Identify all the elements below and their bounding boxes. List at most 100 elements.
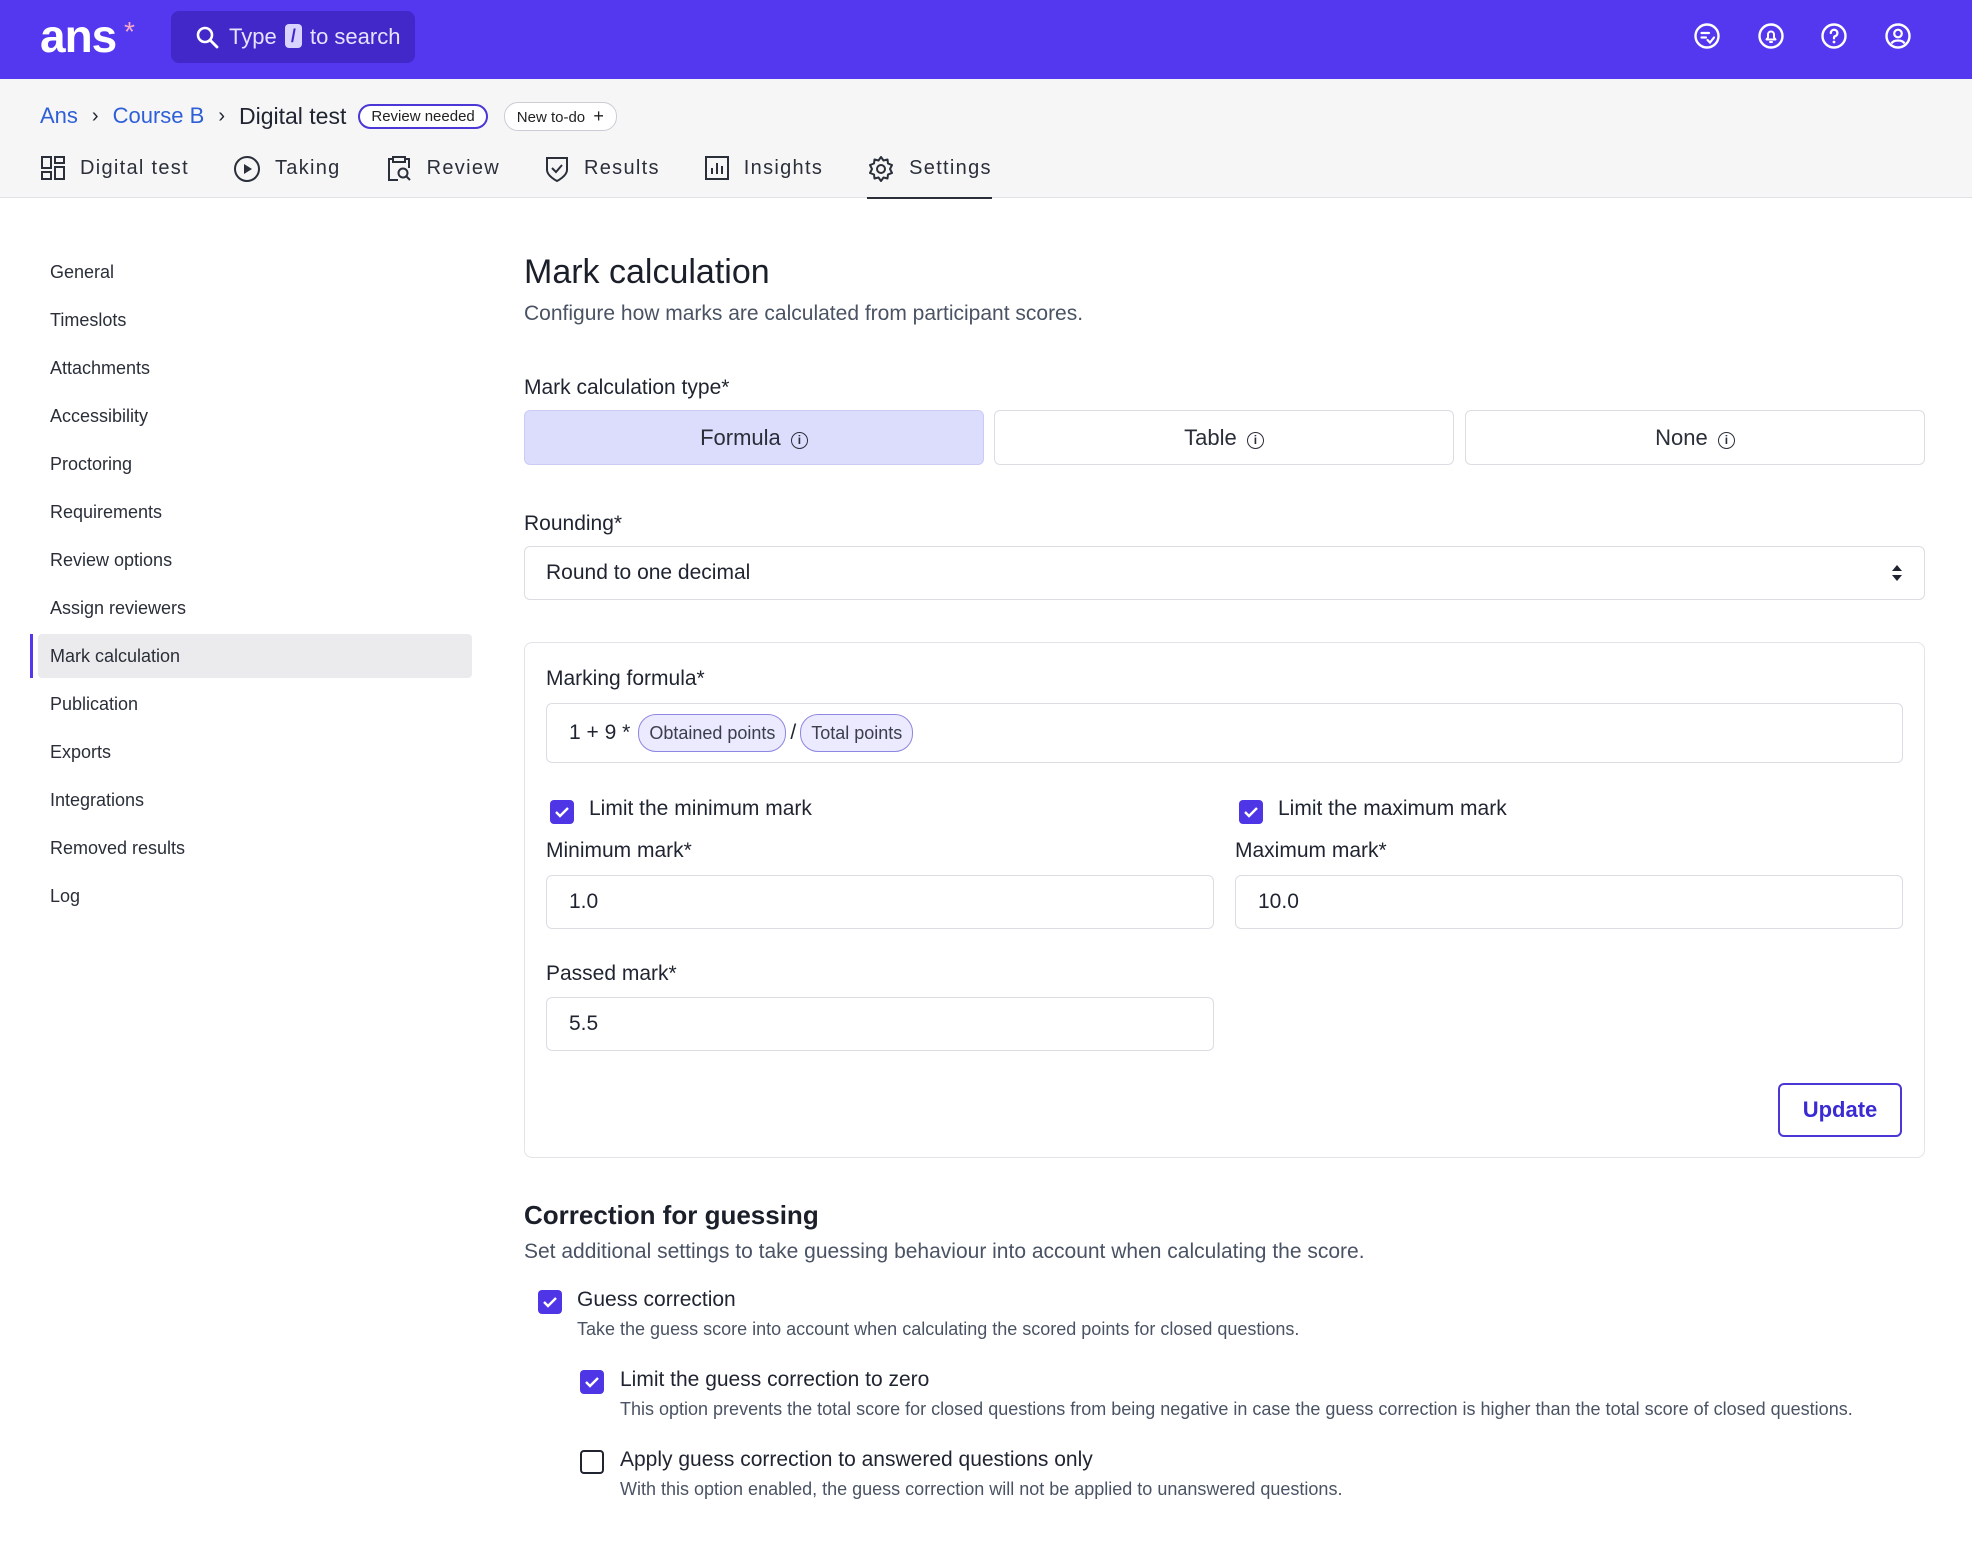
chat-check-icon[interactable] <box>1693 22 1721 50</box>
top-bar: ans * Type / to search <box>0 0 1972 79</box>
search-shortcut-key: / <box>284 24 302 48</box>
shield-check-icon <box>546 157 568 183</box>
min-mark-label: Minimum mark* <box>546 839 692 862</box>
sidebar-item-attachments[interactable]: Attachments <box>30 346 472 390</box>
formula-variable-chip[interactable]: Obtained points <box>638 714 787 752</box>
limit-guess-zero-desc: This option prevents the total score for… <box>620 1399 1853 1419</box>
formula-input[interactable]: 1 + 9 * Obtained points / Total points <box>546 703 1903 763</box>
rounding-select[interactable]: Round to one decimal <box>524 546 1925 600</box>
tab-label: Review <box>426 157 500 179</box>
calc-type-formula[interactable]: Formula i <box>524 410 984 465</box>
bell-icon[interactable] <box>1757 22 1785 50</box>
tab-insights[interactable]: Insights <box>704 153 823 199</box>
logo-star: * <box>124 16 135 47</box>
info-icon[interactable]: i <box>790 432 808 449</box>
passed-mark-label: Passed mark* <box>546 962 677 985</box>
marking-formula-card: Marking formula* 1 + 9 * Obtained points… <box>524 642 1925 1158</box>
sidebar-item-removed-results[interactable]: Removed results <box>30 826 472 870</box>
passed-mark-input[interactable]: 5.5 <box>546 997 1214 1051</box>
min-mark-input[interactable]: 1.0 <box>546 875 1214 929</box>
user-icon[interactable] <box>1884 22 1912 50</box>
check-icon <box>555 807 569 818</box>
search-prefix: Type <box>229 24 277 49</box>
grid-icon <box>41 156 65 180</box>
sidebar-item-requirements[interactable]: Requirements <box>30 490 472 534</box>
sidebar-item-publication[interactable]: Publication <box>30 682 472 726</box>
tab-review[interactable]: Review <box>385 153 500 199</box>
gear-icon <box>869 156 894 182</box>
search-box[interactable]: Type / to search <box>171 11 415 63</box>
settings-sidebar: General Timeslots Attachments Accessibil… <box>30 250 472 922</box>
breadcrumb: Ans › Course B › Digital test Review nee… <box>40 101 617 131</box>
sidebar-item-timeslots[interactable]: Timeslots <box>30 298 472 342</box>
tab-taking[interactable]: Taking <box>233 153 341 199</box>
tab-digital-test[interactable]: Digital test <box>40 153 189 199</box>
search-placeholder: Type / to search <box>229 11 400 63</box>
logo-text: ans <box>40 10 117 62</box>
tab-label: Taking <box>274 157 341 179</box>
sidebar-item-mark-calculation[interactable]: Mark calculation <box>30 634 472 678</box>
sidebar-item-general[interactable]: General <box>30 250 472 294</box>
sidebar-item-log[interactable]: Log <box>30 874 472 918</box>
limit-max-label: Limit the maximum mark <box>1278 797 1507 820</box>
status-badge[interactable]: Review needed <box>358 103 488 129</box>
answered-only-checkbox[interactable] <box>580 1450 604 1474</box>
guess-correction-checkbox[interactable] <box>538 1290 562 1314</box>
calc-type-label: Mark calculation type* <box>524 376 730 399</box>
info-icon[interactable]: i <box>1717 432 1735 449</box>
sidebar-item-accessibility[interactable]: Accessibility <box>30 394 472 438</box>
limit-guess-zero-label: Limit the guess correction to zero <box>620 1368 930 1391</box>
calc-type-label-none: None <box>1655 425 1708 450</box>
update-button[interactable]: Update <box>1778 1083 1902 1137</box>
guess-correction-desc: Take the guess score into account when c… <box>577 1319 1300 1339</box>
sidebar-item-exports[interactable]: Exports <box>30 730 472 774</box>
help-icon[interactable] <box>1820 22 1848 50</box>
play-icon <box>233 156 260 182</box>
bar-chart-icon <box>704 156 729 180</box>
calc-type-table[interactable]: Table i <box>994 410 1454 465</box>
tab-label: Digital test <box>80 157 189 179</box>
calc-type-label-table: Table <box>1184 425 1237 450</box>
tab-settings[interactable]: Settings <box>867 153 992 199</box>
answered-only-desc: With this option enabled, the guess corr… <box>620 1479 1343 1499</box>
clipboard-search-icon <box>387 156 411 181</box>
chevron-right-icon: › <box>218 104 225 127</box>
guess-correction-label: Guess correction <box>577 1288 736 1311</box>
select-arrows-icon <box>1892 565 1902 581</box>
breadcrumb-ans[interactable]: Ans <box>40 103 78 129</box>
check-icon <box>585 1377 599 1388</box>
search-suffix: to search <box>309 24 401 49</box>
tab-label: Insights <box>743 157 824 179</box>
search-icon <box>196 26 219 49</box>
answered-only-label: Apply guess correction to answered quest… <box>620 1448 1093 1471</box>
limit-min-checkbox[interactable] <box>550 800 574 824</box>
breadcrumb-current: Digital test <box>238 102 347 129</box>
sidebar-item-integrations[interactable]: Integrations <box>30 778 472 822</box>
logo[interactable]: ans * <box>40 10 135 62</box>
check-icon <box>543 1297 557 1308</box>
limit-max-checkbox[interactable] <box>1239 800 1263 824</box>
plus-icon: + <box>593 105 604 126</box>
check-icon <box>1244 807 1258 818</box>
sidebar-item-proctoring[interactable]: Proctoring <box>30 442 472 486</box>
page-header: Ans › Course B › Digital test Review nee… <box>0 79 1972 199</box>
formula-variable-chip[interactable]: Total points <box>800 714 914 752</box>
new-todo-button[interactable]: New to-do + <box>503 101 617 131</box>
tab-label: Settings <box>909 157 992 179</box>
info-icon[interactable]: i <box>1246 432 1264 449</box>
chevron-right-icon: › <box>91 104 99 127</box>
formula-operator: / <box>790 721 797 744</box>
limit-min-label: Limit the minimum mark <box>589 797 812 820</box>
tab-results[interactable]: Results <box>544 153 660 199</box>
formula-label: Marking formula* <box>546 667 705 690</box>
sidebar-item-assign-reviewers[interactable]: Assign reviewers <box>30 586 472 630</box>
max-mark-label: Maximum mark* <box>1235 839 1387 862</box>
max-mark-input[interactable]: 10.0 <box>1235 875 1903 929</box>
formula-prefix: 1 + 9 * <box>569 721 631 744</box>
limit-guess-zero-checkbox[interactable] <box>580 1370 604 1394</box>
page-title: Mark calculation <box>524 253 770 291</box>
sidebar-item-review-options[interactable]: Review options <box>30 538 472 582</box>
calc-type-none[interactable]: None i <box>1465 410 1925 465</box>
breadcrumb-course[interactable]: Course B <box>113 103 205 129</box>
page-subtitle: Configure how marks are calculated from … <box>524 302 1084 325</box>
